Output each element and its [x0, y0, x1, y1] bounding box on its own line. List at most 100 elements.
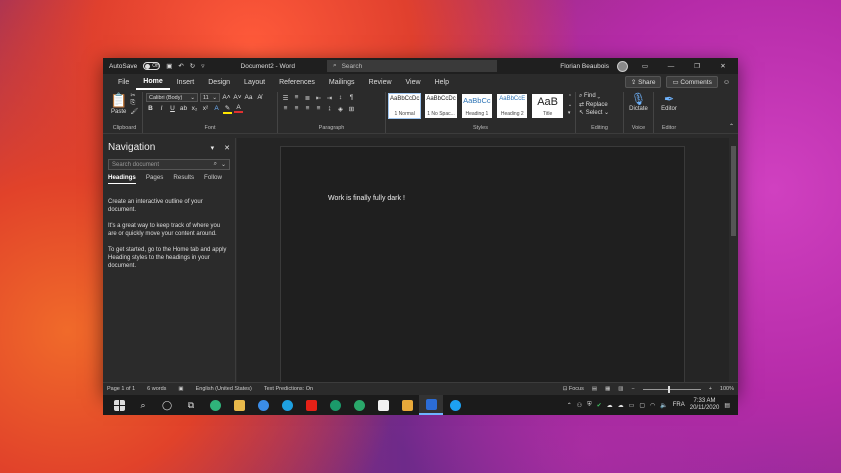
language-status[interactable]: English (United States) [196, 386, 252, 392]
avatar[interactable] [617, 60, 628, 72]
tab-references[interactable]: References [272, 74, 322, 90]
chat-icon[interactable]: ▢ [639, 402, 645, 409]
underline-icon[interactable]: U [168, 105, 177, 112]
zoom-out-icon[interactable]: − [631, 386, 634, 392]
tab-view[interactable]: View [399, 74, 428, 90]
style-no-spacing[interactable]: AaBbCcDc 1 No Spac... [425, 94, 457, 118]
notifications-icon[interactable]: ▤ [724, 402, 730, 409]
strikethrough-icon[interactable]: ab [179, 105, 188, 112]
show-formatting-icon[interactable]: ¶ [347, 94, 356, 101]
share-button[interactable]: ⇪ Share [624, 76, 662, 88]
cut-icon[interactable]: ✂ [130, 92, 138, 99]
cortana-icon[interactable]: ◯ [155, 395, 179, 415]
zoom-in-icon[interactable]: + [709, 386, 712, 392]
tab-design[interactable]: Design [201, 74, 237, 90]
style-title[interactable]: AaB Title [532, 94, 563, 118]
word-taskbar-icon[interactable] [419, 395, 443, 415]
vertical-scrollbar[interactable] [729, 138, 738, 382]
align-center-icon[interactable]: ≡ [292, 105, 301, 112]
language-indicator[interactable]: FRA [673, 402, 685, 408]
font-color-icon[interactable]: A [234, 104, 243, 113]
task-view-icon[interactable]: ⧉ [179, 395, 203, 415]
close-pane-icon[interactable]: ✕ [224, 144, 230, 152]
font-size-dropdown[interactable]: 11 ⌄ [200, 93, 220, 102]
maximize-icon[interactable]: ❐ [688, 62, 706, 70]
battery-icon[interactable]: ▭ [629, 402, 635, 409]
zoom-level[interactable]: 100% [720, 386, 734, 392]
check-icon[interactable]: ✔ [597, 402, 602, 409]
tab-mailings[interactable]: Mailings [322, 74, 362, 90]
print-layout-icon[interactable]: ▦ [605, 386, 610, 392]
tab-help[interactable]: Help [428, 74, 456, 90]
styles-scroll[interactable]: ⌃ ⌄ ▾ [568, 94, 572, 116]
start-icon[interactable] [107, 395, 131, 415]
clear-formatting-icon[interactable]: A̸ [255, 94, 264, 101]
ribbon-display-icon[interactable]: ▭ [636, 62, 654, 70]
format-painter-icon[interactable]: 🖌 [130, 108, 138, 115]
superscript-icon[interactable]: x² [201, 105, 210, 112]
onedrive-icon[interactable]: ☁ [607, 402, 613, 409]
chevron-down-icon[interactable]: ⌄ [568, 102, 572, 108]
change-case-icon[interactable]: Aa [244, 94, 253, 101]
style-normal[interactable]: AaBbCcDc 1 Normal [387, 93, 422, 119]
volume-icon[interactable]: 🔈 [660, 402, 667, 409]
increase-indent-icon[interactable]: ⇥ [325, 94, 334, 102]
decrease-indent-icon[interactable]: ⇤ [314, 94, 323, 102]
subscript-icon[interactable]: x₂ [190, 105, 199, 112]
align-right-icon[interactable]: ≡ [303, 105, 312, 112]
autosave-toggle[interactable]: Off [143, 62, 161, 70]
slack-icon[interactable] [371, 395, 395, 415]
multilevel-list-icon[interactable]: ≣ [303, 94, 312, 102]
tab-insert[interactable]: Insert [170, 74, 202, 90]
editor-button[interactable]: ✒ Editor [657, 92, 681, 112]
tab-home[interactable]: Home [136, 74, 170, 90]
italic-icon[interactable]: I [157, 105, 166, 112]
file-explorer-icon[interactable] [227, 395, 251, 415]
copy-icon[interactable]: ⎘ [130, 100, 138, 107]
shading-icon[interactable]: ◈ [336, 105, 345, 113]
text-effects-icon[interactable]: A [212, 105, 221, 112]
select-button[interactable]: ↖ Select ⌄ [579, 109, 620, 116]
customize-qat-icon[interactable]: ▿ [201, 62, 204, 70]
tab-layout[interactable]: Layout [237, 74, 272, 90]
proofing-icon[interactable]: ▣ [178, 386, 183, 392]
save-icon[interactable]: ▣ [166, 62, 172, 70]
youtube-icon[interactable] [299, 395, 323, 415]
pane-options-icon[interactable]: ▾ [211, 144, 215, 152]
paste-button[interactable]: 📋 Paste [110, 92, 127, 115]
tab-file[interactable]: File [111, 74, 136, 90]
dictate-button[interactable]: 🎙 Dictate [627, 92, 650, 112]
nav-tab-pages[interactable]: Pages [146, 174, 164, 184]
chevron-up-icon[interactable]: ⌃ [568, 94, 572, 100]
nav-tab-headings[interactable]: Headings [108, 174, 136, 184]
shrink-font-icon[interactable]: A˅ [233, 94, 242, 101]
minimize-icon[interactable]: — [662, 63, 680, 70]
line-spacing-icon[interactable]: ↨ [325, 105, 334, 112]
cloud-icon[interactable]: ☁ [618, 402, 624, 409]
chevron-up-icon[interactable]: ⌃ [567, 402, 572, 409]
search-document-input[interactable]: Search document ⌕ ⌄ [108, 159, 230, 170]
search-icon[interactable]: ⌕ [131, 395, 155, 415]
page-count[interactable]: Page 1 of 1 [107, 386, 135, 392]
zoom-slider[interactable] [642, 385, 701, 393]
search-box[interactable]: ⌕ Search [326, 60, 497, 72]
document-canvas[interactable]: Work is finally fully dark ! [237, 138, 729, 386]
document-page[interactable]: Work is finally fully dark ! [280, 146, 685, 386]
collapse-ribbon-icon[interactable]: ⌃ [729, 123, 734, 130]
scrollbar-thumb[interactable] [731, 146, 736, 236]
close-icon[interactable]: ✕ [714, 62, 732, 70]
paint-icon[interactable] [395, 395, 419, 415]
edge-icon[interactable] [203, 395, 227, 415]
sort-icon[interactable]: ↕ [336, 94, 345, 101]
people-icon[interactable]: ⚇ [577, 402, 582, 409]
grow-font-icon[interactable]: A˄ [222, 94, 231, 101]
comments-button[interactable]: ▭ Comments [666, 76, 718, 88]
bold-icon[interactable]: B [146, 105, 155, 112]
word-count[interactable]: 6 words [147, 386, 166, 392]
redo-icon[interactable]: ↻ [190, 62, 195, 70]
chevron-down-icon[interactable]: ⌄ [221, 161, 226, 168]
borders-icon[interactable]: ⊞ [347, 105, 356, 113]
replace-button[interactable]: ⇄ Replace [579, 101, 620, 108]
skype-icon[interactable] [275, 395, 299, 415]
user-name[interactable]: Florian Beaubois [560, 63, 609, 70]
